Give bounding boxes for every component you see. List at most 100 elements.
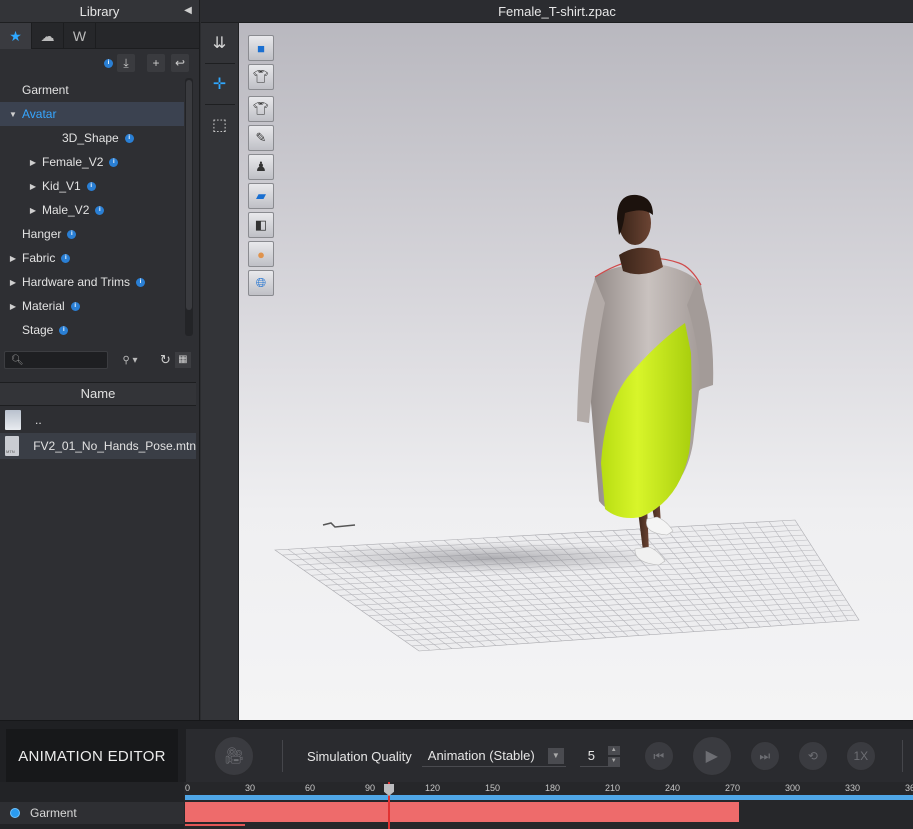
scene-render: [274, 194, 860, 652]
stepper-down-icon[interactable]: ▼: [607, 756, 620, 766]
expand-arrow-icon[interactable]: ▶: [28, 206, 38, 215]
timeline-tick-label: 36: [905, 783, 913, 793]
search-options-icon[interactable]: ⚲ ▾: [112, 355, 148, 366]
tree-item-label: Material: [22, 299, 65, 313]
move-tool-icon[interactable]: ✛: [205, 70, 235, 98]
search-row: 🔍︎ ⚲ ▾ ↻ ▦: [0, 346, 200, 374]
skip-to-start-icon[interactable]: ⏮: [643, 741, 674, 771]
library-toolbar: i ⤓ + ↩: [0, 49, 199, 77]
library-header: Library ◀: [0, 0, 199, 23]
timeline-range-bar[interactable]: [185, 795, 913, 800]
folder-icon: [5, 410, 21, 430]
file-name: FV2_01_No_Hands_Pose.mtn: [33, 439, 196, 453]
tree-item[interactable]: ▼ Avatar: [0, 102, 184, 126]
play-icon[interactable]: ▶: [691, 736, 732, 776]
grid-view-icon[interactable]: ▦: [174, 352, 191, 368]
file-row-motion[interactable]: MTN FV2_01_No_Hands_Pose.mtn: [0, 433, 196, 459]
3d-viewport[interactable]: ■ 👕︎ 👕︎ ✎ ♟ ▰ ◧ ● 🌐︎: [239, 23, 913, 720]
divider: [282, 740, 283, 772]
tree-item[interactable]: Hanger i: [0, 222, 184, 246]
expand-arrow-icon[interactable]: ▶: [8, 278, 18, 287]
info-icon: i: [70, 301, 80, 311]
playback-controls: ⏮ ▶ ⏭ ⟲ 1X: [643, 736, 876, 776]
lasso-select-icon[interactable]: ⬚: [205, 111, 235, 139]
file-name: ..: [35, 413, 42, 427]
tree-item-label: Kid_V1: [42, 179, 81, 193]
simulation-down-icon[interactable]: ⇊: [205, 29, 235, 57]
download-icon[interactable]: ⤓: [117, 54, 135, 72]
vendor-icon: W: [72, 28, 87, 44]
timeline-tick-label: 60: [305, 783, 316, 793]
animation-editor-bar: ANIMATION EDITOR 🎥︎ Simulation Quality A…: [0, 720, 913, 783]
info-icon: i: [86, 181, 96, 191]
add-icon[interactable]: +: [147, 54, 165, 72]
refresh-icon[interactable]: ↻: [160, 352, 171, 368]
speed-button[interactable]: 1X: [845, 741, 876, 771]
tree-item-label: Garment: [22, 83, 69, 97]
tree-item-label: Fabric: [22, 251, 56, 265]
floor-grid: [274, 519, 860, 652]
star-icon: ★: [9, 27, 22, 44]
file-list-header[interactable]: Name: [0, 382, 196, 406]
collapse-panel-icon[interactable]: ◀: [181, 4, 195, 18]
timeline-tick-label: 0: [185, 783, 191, 793]
tree-item[interactable]: ▶ Female_V2 i: [0, 150, 184, 174]
garment-subtrack-bar: [185, 824, 245, 826]
timeline-ruler[interactable]: 0 30 60 90 120 150 180 210 240 270 300 330 36: [185, 782, 913, 796]
info-icon: i: [59, 325, 69, 335]
library-tabs: ★ ☁ W: [0, 23, 199, 49]
track-name-garment[interactable]: Garment: [0, 802, 184, 824]
tree-item[interactable]: 3D_Shape i: [0, 126, 184, 150]
tree-item[interactable]: Stage i: [0, 318, 184, 342]
stepper-up-icon[interactable]: ▲: [607, 745, 620, 755]
tab-cloud[interactable]: ☁: [32, 23, 64, 49]
timeline-tick-label: 180: [545, 783, 561, 793]
tool-strip: ⇊ ✛ ⬚: [201, 23, 239, 720]
step-stepper[interactable]: 5 ▲ ▼: [579, 745, 620, 767]
avatar-figure: [577, 194, 714, 566]
timeline-tick-label: 330: [845, 783, 861, 793]
record-camera-icon[interactable]: 🎥︎: [214, 736, 254, 776]
cloud-icon: ☁: [40, 27, 55, 44]
tree-item[interactable]: ▶ Fabric i: [0, 246, 184, 270]
tree-item[interactable]: ▶ Male_V2 i: [0, 198, 184, 222]
expand-arrow-icon[interactable]: ▶: [8, 302, 18, 311]
info-icon: i: [136, 277, 146, 287]
expand-arrow-icon[interactable]: ▶: [28, 182, 38, 191]
tree-item-label: Avatar: [22, 107, 57, 121]
tree-item-label: Female_V2: [42, 155, 104, 169]
tree-scrollbar[interactable]: [185, 78, 193, 336]
divider: [901, 740, 903, 772]
tree-item-label: Stage: [22, 323, 54, 337]
search-field[interactable]: 🔍︎: [4, 351, 108, 369]
tree-item[interactable]: Garment: [0, 78, 184, 102]
garment-track-bar[interactable]: [185, 802, 739, 822]
back-icon[interactable]: ↩: [171, 54, 189, 72]
timeline: Garment 0 30 60 90 120 150 180 210 240 270 300 330 3…: [0, 782, 913, 829]
simulation-quality-dropdown[interactable]: Animation (Stable) ▼: [421, 745, 566, 767]
tab-favorites[interactable]: ★: [0, 23, 32, 49]
timeline-tick-label: 90: [365, 783, 376, 793]
tree-item[interactable]: ▶ Material i: [0, 294, 184, 318]
divider: [204, 63, 235, 64]
tree-scrollbar-thumb[interactable]: [186, 80, 192, 310]
tree-item[interactable]: ▶ Kid_V1 i: [0, 174, 184, 198]
tab-vendor[interactable]: W: [64, 23, 96, 49]
loop-icon[interactable]: ⟲: [797, 741, 828, 771]
timeline-tick-label: 210: [605, 783, 621, 793]
expanded-arrow-icon[interactable]: ▼: [8, 110, 18, 119]
divider: [204, 104, 235, 105]
timeline-tick-label: 270: [725, 783, 741, 793]
expand-arrow-icon[interactable]: ▶: [8, 254, 18, 263]
expand-arrow-icon[interactable]: ▶: [28, 158, 38, 167]
skip-to-end-icon[interactable]: ⏭: [749, 741, 780, 771]
stepper-arrows: ▲ ▼: [607, 745, 620, 767]
file-row-parent[interactable]: ..: [0, 407, 196, 433]
info-icon: i: [95, 205, 105, 215]
track-visibility-dot[interactable]: [10, 808, 20, 818]
tree-item-label: Hardware and Trims: [22, 275, 131, 289]
simulation-quality-value: Animation (Stable): [427, 748, 535, 763]
tree-item[interactable]: ▶ Hardware and Trims i: [0, 270, 184, 294]
search-input[interactable]: [27, 354, 108, 366]
info-icon: i: [61, 253, 71, 263]
